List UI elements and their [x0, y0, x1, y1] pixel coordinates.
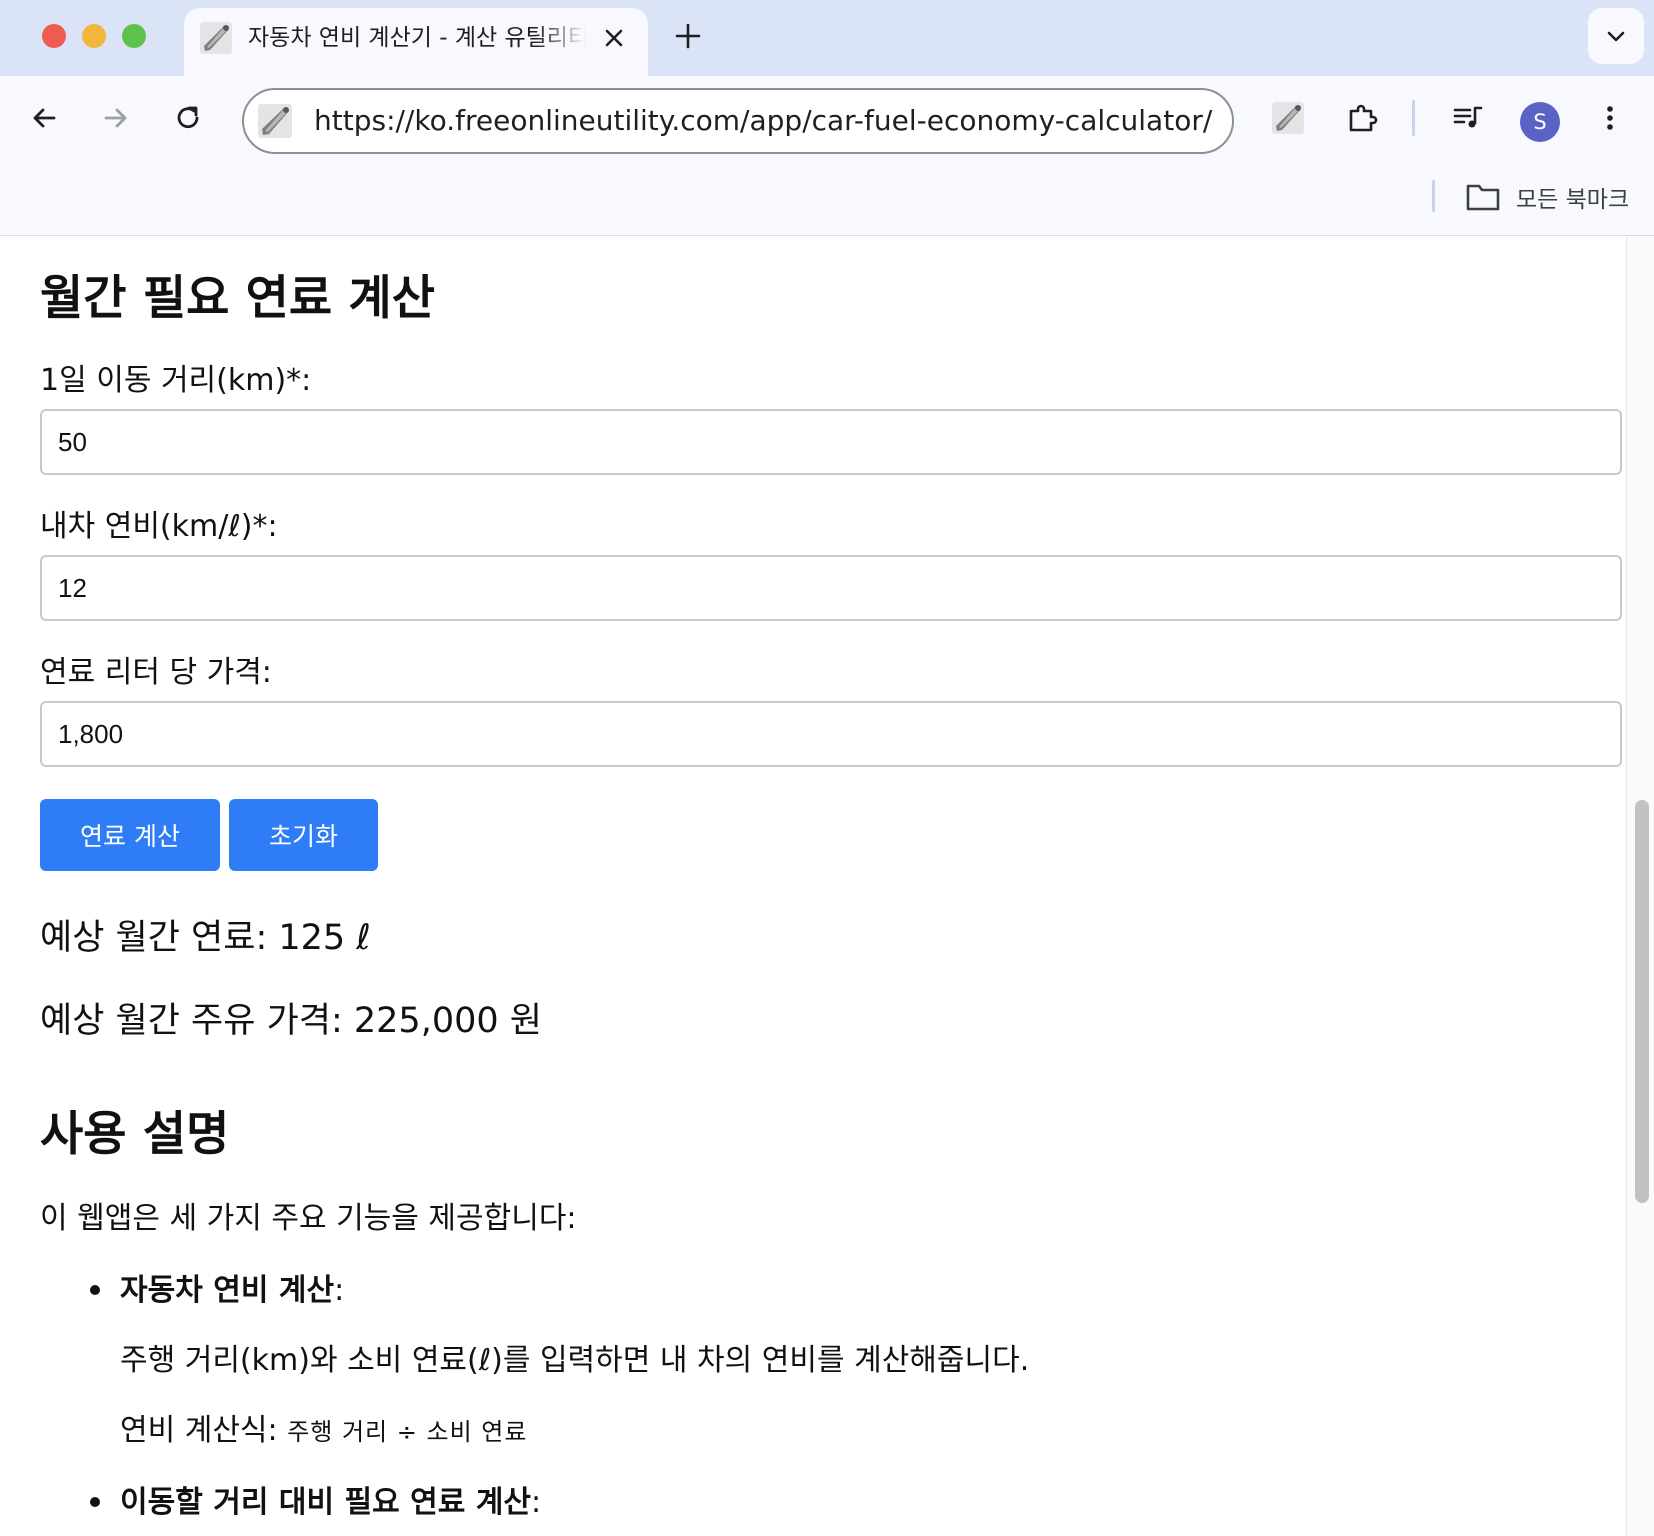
bookmarks-bar: 모든 북마크 — [0, 160, 1654, 236]
formula-code: 주행 거리 ÷ 소비 연료 — [287, 1418, 528, 1446]
daily-distance-label: 1일 이동 거리(km)*: — [40, 363, 312, 398]
fuel-efficiency-input[interactable] — [40, 555, 1622, 621]
list-item-description: 주행 거리(km)와 소비 연료(ℓ)를 입력하면 내 차의 연비를 계산해줍니… — [120, 1343, 1030, 1378]
site-tool-icon — [200, 22, 232, 54]
fuel-price-label: 연료 리터 당 가격: — [40, 655, 272, 690]
back-arrow-icon — [33, 108, 56, 128]
tab-search-button[interactable] — [1588, 8, 1644, 64]
daily-distance-input[interactable] — [40, 409, 1622, 475]
list-bullet — [90, 1497, 100, 1507]
list-item-title: 자동차 연비 계산: — [120, 1273, 345, 1308]
tab-strip: 자동차 연비 계산기 - 계산 유틸리티 — [0, 0, 1654, 76]
usage-intro: 이 웹앱은 세 가지 주요 기능을 제공합니다: — [40, 1201, 577, 1236]
media-control-button[interactable] — [1446, 96, 1490, 140]
window-close-button[interactable] — [42, 24, 66, 48]
extension-tool-button[interactable] — [1266, 96, 1310, 140]
site-tool-icon — [1272, 102, 1304, 134]
reset-button[interactable]: 초기화 — [229, 799, 378, 871]
forward-button[interactable] — [94, 96, 138, 140]
list-bullet — [90, 1285, 100, 1295]
monthly-fuel-result: 예상 월간 연료: 125 ℓ — [40, 918, 371, 958]
page-content: 월간 필요 연료 계산 1일 이동 거리(km)*: 내차 연비(km/ℓ)*:… — [0, 237, 1626, 1536]
address-bar[interactable]: https://ko.freeonlineutility.com/app/car… — [242, 88, 1234, 154]
extensions-button[interactable] — [1340, 96, 1384, 140]
usage-heading: 사용 설명 — [40, 1107, 230, 1162]
tab-title: 자동차 연비 계산기 - 계산 유틸리티 — [248, 25, 586, 51]
more-vert-icon — [1607, 106, 1613, 130]
profile-avatar[interactable]: S — [1520, 102, 1560, 142]
site-tool-icon — [258, 104, 292, 138]
window-minimize-button[interactable] — [82, 24, 106, 48]
all-bookmarks-link[interactable]: 모든 북마크 — [1516, 180, 1629, 214]
window-maximize-button[interactable] — [122, 24, 146, 48]
reload-button[interactable] — [166, 96, 210, 140]
back-button[interactable] — [22, 96, 66, 140]
reload-icon — [177, 106, 199, 129]
scrollbar-thumb[interactable] — [1635, 800, 1649, 1203]
plus-icon[interactable] — [672, 20, 704, 52]
url-text: https://ko.freeonlineutility.com/app/car… — [314, 104, 1213, 137]
media-icon — [1453, 106, 1483, 128]
calculator-heading: 월간 필요 연료 계산 — [40, 271, 436, 326]
formula-line: 연비 계산식: 주행 거리 ÷ 소비 연료 — [120, 1413, 528, 1448]
forward-arrow-icon — [104, 108, 127, 128]
folder-icon[interactable] — [1466, 182, 1500, 212]
page-scrollbar[interactable] — [1626, 237, 1654, 1536]
active-tab[interactable]: 자동차 연비 계산기 - 계산 유틸리티 — [184, 8, 648, 76]
calculate-fuel-button[interactable]: 연료 계산 — [40, 799, 220, 871]
toolbar-separator — [1412, 100, 1415, 136]
bookmarks-separator — [1432, 180, 1435, 212]
close-icon[interactable] — [600, 24, 628, 52]
monthly-cost-result: 예상 월간 주유 가격: 225,000 원 — [40, 1001, 542, 1041]
more-menu-button[interactable] — [1588, 96, 1632, 140]
fuel-efficiency-label: 내차 연비(km/ℓ)*: — [40, 509, 278, 544]
list-item-title: 이동할 거리 대비 필요 연료 계산: — [120, 1485, 542, 1520]
browser-toolbar: https://ko.freeonlineutility.com/app/car… — [0, 76, 1654, 160]
fuel-price-input[interactable] — [40, 701, 1622, 767]
extensions-icon — [1349, 104, 1378, 132]
chevron-down-icon — [1607, 31, 1625, 42]
